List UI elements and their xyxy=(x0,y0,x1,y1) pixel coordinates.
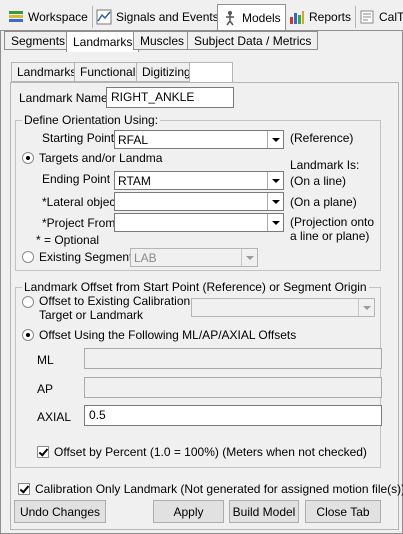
apply-label: Apply xyxy=(173,504,204,519)
workspace-icon xyxy=(8,9,24,25)
axial-label: AXIAL xyxy=(37,410,72,424)
tab-subject-data[interactable]: Subject Data / Metrics xyxy=(187,31,319,50)
main-tab-strip: Workspace Signals and Events Models Repo… xyxy=(0,0,403,31)
chevron-down-icon xyxy=(272,179,280,183)
offset-percent-label: Offset by Percent (1.0 = 100%) (Meters w… xyxy=(54,445,367,459)
tab-muscles-label: Muscles xyxy=(140,33,185,48)
tab-models-label: Models xyxy=(242,10,281,25)
close-tab-label: Close Tab xyxy=(316,504,370,519)
tab-reports[interactable]: Reports xyxy=(285,6,357,28)
tab-calibration[interactable]: CalT xyxy=(355,6,403,28)
landmark-is-label: Landmark Is: xyxy=(290,158,360,172)
orientation-legend: Define Orientation Using: xyxy=(22,113,161,127)
models-icon xyxy=(222,10,238,26)
tab-calibration-label: CalT xyxy=(379,10,403,24)
offset-calibration-dropdown[interactable] xyxy=(358,299,374,316)
tab-functional[interactable]: Functional xyxy=(74,62,142,82)
targets-radio[interactable] xyxy=(22,152,34,164)
starting-point-label: Starting Point xyxy=(42,131,115,145)
existing-segment-dropdown[interactable] xyxy=(241,249,257,266)
calibration-only-checkbox[interactable] xyxy=(18,483,30,495)
chevron-down-icon xyxy=(363,306,371,310)
existing-segment-label: Existing Segment xyxy=(39,250,133,264)
ap-label: AP xyxy=(37,382,54,396)
project-from-select[interactable] xyxy=(114,213,284,232)
tab-workspace-label: Workspace xyxy=(28,10,88,24)
starting-point-note: (Reference) xyxy=(290,131,354,145)
tab-subject-data-label: Subject Data / Metrics xyxy=(194,33,312,48)
offset-calibration-label-1: Offset to Existing Calibration xyxy=(39,294,191,308)
ml-label: ML xyxy=(37,353,54,367)
lateral-object-note: (On a plane) xyxy=(290,195,357,209)
starting-point-select[interactable]: RFAL xyxy=(114,130,284,149)
tab-muscles[interactable]: Muscles xyxy=(133,31,192,50)
ending-point-note: (On a line) xyxy=(290,174,347,188)
ending-point-dropdown[interactable] xyxy=(267,172,283,189)
close-tab-button[interactable]: Close Tab xyxy=(305,500,381,523)
tab-models[interactable]: Models xyxy=(217,4,286,30)
ending-point-select[interactable]: RTAM xyxy=(114,171,284,190)
tab-segments-label: Segments xyxy=(11,33,66,48)
landmark-name-input[interactable]: RIGHT_ANKLE xyxy=(106,87,234,108)
tab-landmarks[interactable]: Landmarks xyxy=(66,31,140,52)
offset-calibration-select[interactable] xyxy=(191,298,375,317)
tab-landmarks-list-label: Landmarks xyxy=(17,65,77,79)
ending-point-label: Ending Point xyxy=(42,172,111,186)
existing-segment-select[interactable]: LAB xyxy=(130,248,258,267)
ap-input[interactable] xyxy=(84,377,382,398)
tab-digitizing-label: Digitizing xyxy=(142,65,191,79)
tab-digitizing[interactable]: Digitizing xyxy=(136,62,197,82)
tab-segments[interactable]: Segments xyxy=(4,31,73,50)
offset-percent-checkbox[interactable] xyxy=(37,446,49,458)
project-from-label: *Project From xyxy=(42,216,116,230)
lateral-object-dropdown[interactable] xyxy=(267,193,283,210)
tab-landmarks-label: Landmarks xyxy=(73,35,133,49)
existing-segment-value: LAB xyxy=(134,251,157,265)
tab-landmarks-list[interactable]: Landmarks xyxy=(11,62,83,82)
tab-signals-and-events[interactable]: Signals and Events xyxy=(92,6,224,28)
tab-signals-label: Signals and Events xyxy=(116,10,219,24)
starting-point-dropdown[interactable] xyxy=(267,131,283,148)
build-model-label: Build Model xyxy=(232,504,296,519)
project-from-note-2: a line or plane) xyxy=(290,229,370,243)
calibration-only-label: Calibration Only Landmark (Not generated… xyxy=(35,482,403,496)
offset-calibration-radio[interactable] xyxy=(22,296,34,308)
chevron-down-icon xyxy=(272,138,280,142)
chevron-down-icon xyxy=(272,221,280,225)
ending-point-value: RTAM xyxy=(118,174,151,188)
project-from-dropdown[interactable] xyxy=(267,214,283,231)
targets-radio-label: Targets and/or Landmarks xyxy=(39,151,163,165)
landmark-name-label: Landmark Name: xyxy=(19,91,112,105)
calibration-icon xyxy=(359,9,375,25)
apply-button[interactable]: Apply xyxy=(153,500,224,523)
undo-changes-button[interactable]: Undo Changes xyxy=(14,500,106,523)
build-model-button[interactable]: Build Model xyxy=(229,500,299,523)
tab-functional-label: Functional xyxy=(80,65,136,79)
project-from-note-1: (Projection onto xyxy=(290,215,375,229)
axial-input[interactable]: 0.5 xyxy=(84,405,382,426)
tab-blank[interactable] xyxy=(189,62,233,84)
offset-calibration-label-2: Target or Landmark xyxy=(39,308,144,322)
tab-workspace[interactable]: Workspace xyxy=(4,6,93,28)
optional-note: * = Optional xyxy=(36,233,100,247)
ml-input[interactable] xyxy=(84,348,382,369)
offset-ml-ap-axial-label: Offset Using the Following ML/AP/AXIAL O… xyxy=(39,328,297,342)
offset-legend: Landmark Offset from Start Point (Refere… xyxy=(22,280,369,294)
lateral-object-label: *Lateral object xyxy=(42,195,119,209)
chevron-down-icon xyxy=(246,256,254,260)
undo-changes-label: Undo Changes xyxy=(19,504,101,519)
chevron-down-icon xyxy=(272,200,280,204)
offset-ml-ap-axial-radio[interactable] xyxy=(22,329,34,341)
reports-icon xyxy=(289,9,305,25)
signals-icon xyxy=(96,9,112,25)
starting-point-value: RFAL xyxy=(118,133,149,147)
lateral-object-select[interactable] xyxy=(114,192,284,211)
tab-reports-label: Reports xyxy=(309,10,352,24)
existing-segment-radio[interactable] xyxy=(22,251,34,263)
